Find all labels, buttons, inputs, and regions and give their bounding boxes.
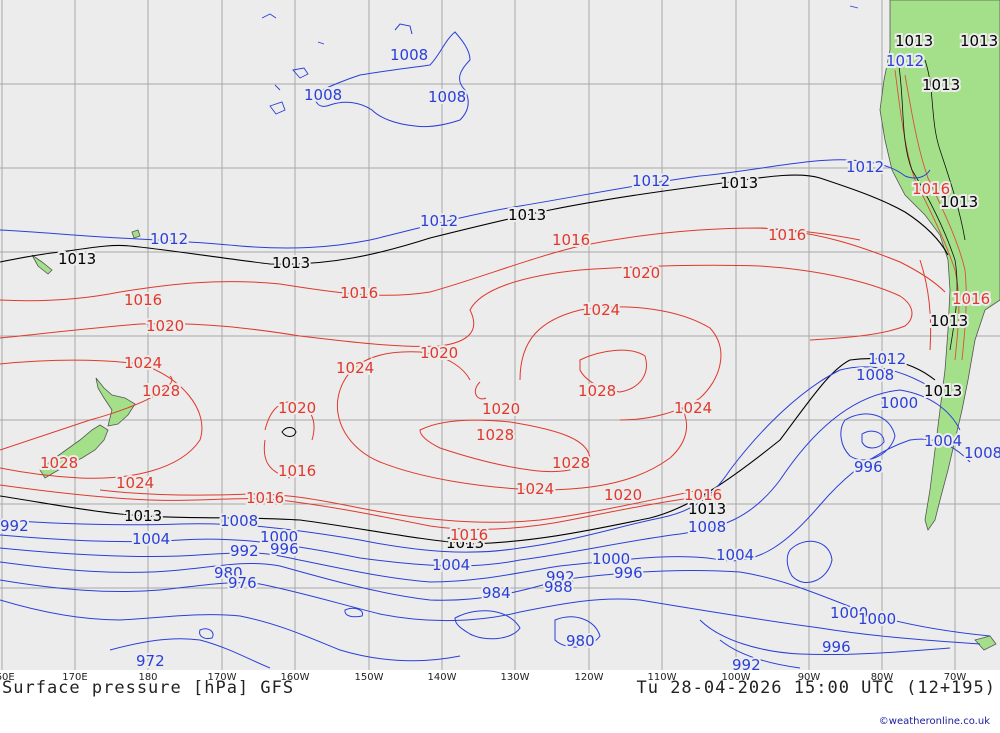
label-992: 992 [732,656,761,670]
lon-tick: 140W [427,672,457,683]
label-1013: 1013 [58,250,96,268]
label-976: 976 [228,574,257,592]
label-1008: 1008 [304,86,342,104]
label-1020: 1020 [604,486,642,504]
label-1013: 1013 [508,206,546,224]
label-1016: 1016 [912,180,950,198]
label-1000: 1000 [858,610,896,628]
fiji-islands [131,229,141,239]
label-1008: 1008 [390,46,428,64]
label-1016: 1016 [684,486,722,504]
label-1016: 1016 [552,231,590,249]
label-1013: 1013 [930,312,968,330]
lon-tick: 120W [574,672,604,683]
label-1008: 1008 [856,366,894,384]
label-1020: 1020 [622,264,660,282]
label-1008: 1008 [220,512,258,530]
label-992: 992 [0,517,29,535]
label-1013: 1013 [124,507,162,525]
label-1013: 1013 [960,32,998,50]
label-1008: 1008 [688,518,726,536]
label-1000: 1000 [880,394,918,412]
label-996: 996 [614,564,643,582]
label-1012: 1012 [150,230,188,248]
label-1028: 1028 [40,454,78,472]
label-1016: 1016 [952,290,990,308]
credit-link[interactable]: ©weatheronline.co.uk [879,716,990,727]
label-1012: 1012 [632,172,670,190]
label-1028: 1028 [552,454,590,472]
label-1012: 1012 [846,158,884,176]
label-996: 996 [822,638,851,656]
label-1013: 1013 [720,174,758,192]
label-1024: 1024 [582,301,620,319]
label-1020: 1020 [482,400,520,418]
label-1008: 1008 [428,88,466,106]
label-1028: 1028 [476,426,514,444]
label-1016: 1016 [246,489,284,507]
map-title: Surface pressure [hPa] GFS [2,678,295,698]
map-footer: 160E 170E 180 170W 160W 150W 140W 130W 1… [0,670,1000,733]
valid-time: Tu 28-04-2026 15:00 UTC (12+195) [636,678,996,698]
label-1012: 1012 [420,212,458,230]
pressure-map: 1008 1008 1008 1012 1012 1012 1012 1013 … [0,0,1000,670]
label-1028: 1028 [142,382,180,400]
label-1024: 1024 [336,359,374,377]
label-980: 980 [566,632,595,650]
label-1016: 1016 [768,226,806,244]
label-1024: 1024 [674,399,712,417]
label-1024: 1024 [124,354,162,372]
label-996: 996 [270,540,299,558]
label-1016: 1016 [340,284,378,302]
label-1004: 1004 [716,546,754,564]
label-1020: 1020 [146,317,184,335]
lon-tick: 130W [500,672,530,683]
label-1004: 1004 [924,432,962,450]
label-988: 988 [544,578,573,596]
label-1013: 1013 [895,32,933,50]
label-1016: 1016 [450,526,488,544]
label-992: 992 [230,542,259,560]
label-1016: 1016 [124,291,162,309]
lon-tick: 150W [354,672,384,683]
label-1004: 1004 [132,530,170,548]
label-1020: 1020 [278,399,316,417]
label-1012: 1012 [886,52,924,70]
label-1008: 1008 [964,444,1000,462]
label-1024: 1024 [116,474,154,492]
label-1013: 1013 [272,254,310,272]
label-1013: 1013 [922,76,960,94]
label-1020: 1020 [420,344,458,362]
label-1016: 1016 [278,462,316,480]
label-972: 972 [136,652,165,670]
label-996: 996 [854,458,883,476]
label-984: 984 [482,584,511,602]
label-1004: 1004 [432,556,470,574]
label-1013: 1013 [924,382,962,400]
label-1028: 1028 [578,382,616,400]
label-1024: 1024 [516,480,554,498]
